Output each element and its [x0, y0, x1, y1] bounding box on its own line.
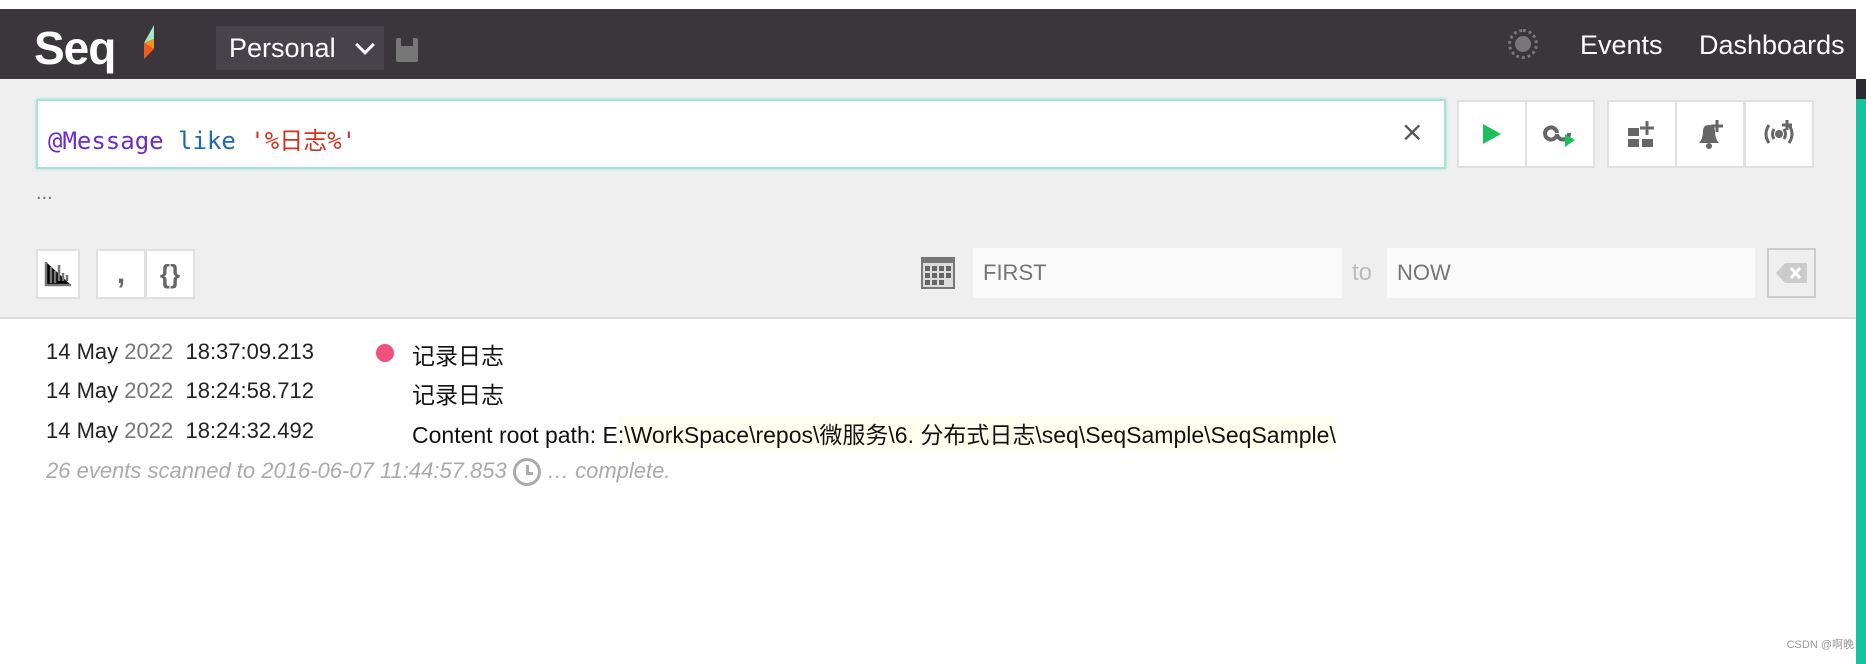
signal-selector[interactable]: Personal — [216, 26, 384, 70]
to-date-input[interactable] — [1387, 248, 1755, 298]
add-alert-button[interactable] — [1675, 100, 1745, 168]
clear-query-icon[interactable]: × — [1401, 115, 1424, 148]
history-icon[interactable] — [512, 458, 541, 487]
event-date: 14 May — [46, 418, 119, 443]
scan-status: 26 events scanned to 2016-06-07 11:44:57… — [46, 458, 671, 487]
dashboard-add-icon — [1628, 121, 1654, 147]
event-row[interactable]: 14 May 2022 18:24:58.712 — [46, 378, 314, 404]
event-time: 18:24:32.492 — [185, 418, 314, 443]
comma-icon: , — [116, 257, 126, 290]
seq-logo[interactable]: Seq — [34, 21, 116, 75]
scrollbar-top — [1856, 79, 1866, 99]
csv-format-button[interactable]: , — [96, 249, 146, 299]
query-string: '%日志%' — [250, 127, 357, 155]
broadcast-add-icon — [1764, 120, 1794, 144]
event-message[interactable]: 记录日志 — [412, 337, 504, 371]
scan-text: 26 events scanned to 2016-06-07 11:44:57… — [46, 458, 507, 483]
logo-mark-icon — [144, 25, 154, 59]
play-icon — [1483, 124, 1501, 144]
query-help-ellipsis[interactable]: ... — [36, 182, 53, 205]
complete-text: … complete. — [546, 458, 671, 483]
chevron-down-icon — [355, 35, 375, 55]
scrollbar[interactable] — [1856, 99, 1866, 664]
tail-button[interactable] — [1525, 100, 1595, 168]
watermark: CSDN @啊晚 — [1786, 639, 1854, 651]
theme-toggle-icon[interactable] — [1508, 29, 1538, 59]
event-year: 2022 — [124, 378, 174, 403]
event-date: 14 May — [46, 339, 119, 364]
event-row[interactable]: 14 May 2022 18:37:09.213 — [46, 339, 314, 365]
nav-events[interactable]: Events — [1580, 30, 1663, 61]
backspace-icon — [1775, 263, 1807, 283]
event-year: 2022 — [124, 339, 174, 364]
from-date-input[interactable] — [973, 248, 1342, 298]
event-year: 2022 — [124, 418, 174, 443]
event-message[interactable]: 记录日志 — [412, 376, 504, 410]
braces-icon: {} — [159, 258, 181, 289]
event-time: 18:24:58.712 — [185, 378, 314, 403]
chart-toggle-button[interactable] — [36, 249, 80, 299]
query-toolbar: @Message like '%日志%' × ... , {} to — [0, 79, 1856, 319]
event-message[interactable]: Content root path: E:\WorkSpace\repos\微服… — [412, 416, 1336, 450]
json-format-button[interactable]: {} — [145, 249, 195, 299]
save-icon[interactable] — [396, 38, 418, 62]
infinite-play-icon — [1543, 125, 1575, 147]
add-signal-button[interactable] — [1744, 100, 1814, 168]
event-time: 18:37:09.213 — [185, 339, 314, 364]
bell-add-icon — [1699, 120, 1723, 149]
signal-label: Personal — [229, 33, 336, 63]
nav-dashboards[interactable]: Dashboards — [1699, 30, 1845, 61]
query-input[interactable]: @Message like '%日志%' × — [36, 99, 1446, 169]
event-row[interactable]: 14 May 2022 18:24:32.492 — [46, 418, 314, 444]
event-date: 14 May — [46, 378, 119, 403]
top-bar: Seq Personal Events Dashboards — [0, 9, 1856, 79]
add-to-dashboard-button[interactable] — [1607, 100, 1677, 168]
error-level-dot-icon — [376, 344, 394, 362]
bar-chart-icon — [44, 262, 71, 287]
query-keyword: like — [178, 127, 236, 155]
to-label: to — [1352, 259, 1373, 286]
calendar-icon[interactable] — [920, 256, 956, 290]
clear-range-button[interactable] — [1767, 248, 1816, 298]
query-property: @Message — [48, 127, 164, 155]
run-query-button[interactable] — [1457, 100, 1527, 168]
